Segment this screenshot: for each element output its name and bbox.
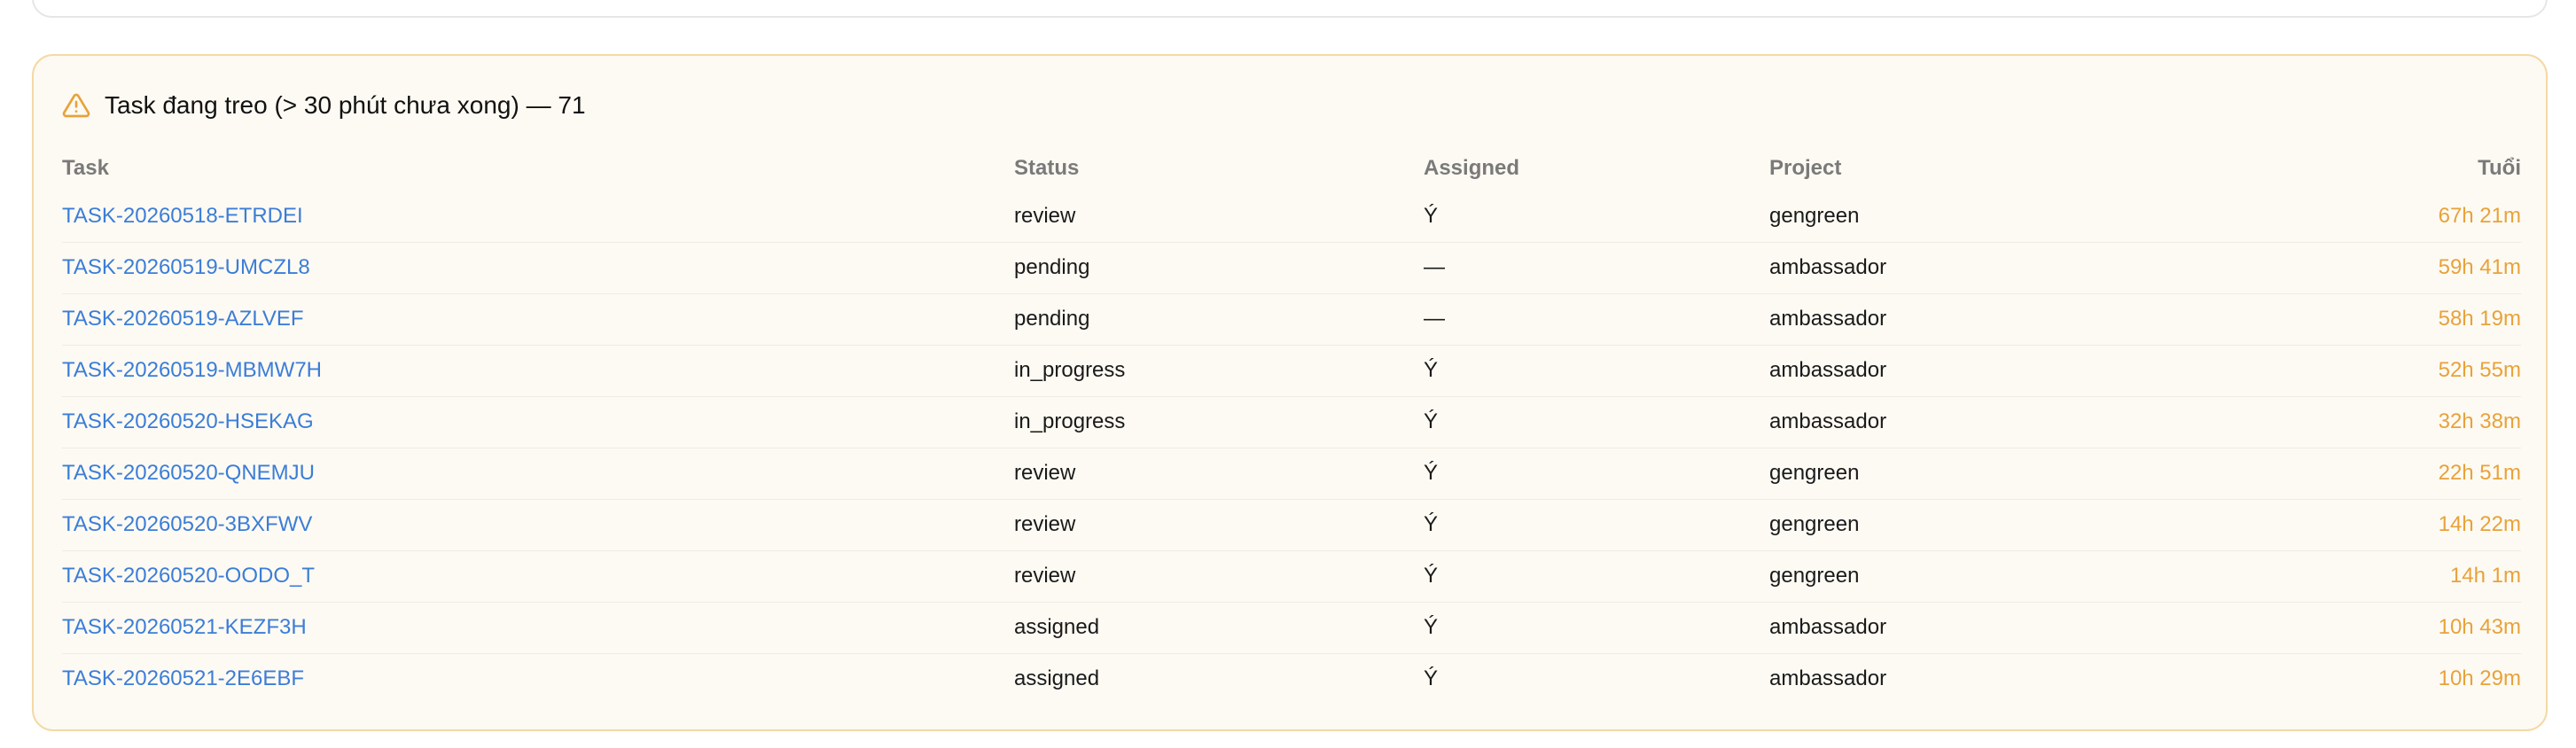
age-cell: 67h 21m [2438,203,2521,228]
column-header-status: Status [1014,156,1080,180]
assigned-cell: Ý [1424,447,1769,499]
status-cell: review [1014,447,1424,499]
task-cell: TASK-20260519-UMCZL8 [62,241,1014,293]
task-link[interactable]: TASK-20260521-KEZF3H [62,615,307,639]
assigned-cell: Ý [1424,203,1439,228]
status-cell: review [1014,203,1076,228]
panel-header: Task đang treo (> 30 phút chưa xong) — 7… [62,88,586,123]
assigned-cell: Ý [1424,498,1769,550]
project-cell: ambassador [1769,241,2213,293]
status-cell: review [1014,549,1424,602]
task-link[interactable]: TASK-20260520-QNEMJU [62,461,315,485]
table-row: TASK-20260520-HSEKAG in_progress Ýambassad… [62,395,2521,448]
column-header-age: Tuổi [2478,156,2521,180]
age-cell: 14h 1m [2213,549,2521,602]
table-row: TASK-20260519-UMCZL8 pending — ambassador 59… [62,241,2521,293]
status-cell: in_progress [1014,395,1424,448]
task-cell: TASK-20260520-HSEKAG [62,395,1014,448]
status-cell: review [1014,498,1424,550]
age-cell: 10h 43m [2213,601,2521,653]
task-cell: TASK-20260519-AZLVEF [62,292,1014,345]
age-cell: 52h 55m [2213,344,2521,396]
project-cell: ambassador [1769,292,2213,345]
assigned-cell: Ý [1424,601,1769,653]
task-cell: TASK-20260518-ETRDEI [62,191,1014,242]
task-link[interactable]: TASK-20260519-MBMW7H [62,358,322,382]
warning-icon [62,91,90,120]
task-link[interactable]: TASK-20260520-3BXFWV [62,512,312,536]
assigned-cell: — [1424,241,1769,293]
task-link[interactable]: TASK-20260520-OODO_T [62,564,315,588]
assigned-cell: — [1424,292,1769,345]
table-row: TASK-20260520-OODO_T review Ýgengreen 14h 1… [62,549,2521,602]
project-cell: gengreen [1769,447,2213,499]
task-link[interactable]: TASK-20260519-UMCZL8 [62,255,310,279]
panel-title: Task đang treo (> 30 phút chưa xong) — 7… [105,91,586,119]
status-cell: assigned [1014,652,1424,705]
table-row: TASK-20260519-MBMW7H in_progress Ýambassad… [62,344,2521,396]
task-cell: TASK-20260520-OODO_T [62,549,1014,602]
age-cell: 14h 22m [2213,498,2521,550]
project-cell: ambassador [1769,652,2213,705]
previous-card [32,0,2548,18]
table-row: TASK-20260519-AZLVEF pending — ambassador 58… [62,292,2521,345]
status-cell: pending [1014,292,1424,345]
table-body: TASK-20260518-ETRDEI review Ýgengreen 67h 2… [62,191,2521,705]
table-row: TASK-20260521-KEZF3H assigned Ýambassador 1… [62,601,2521,653]
task-link[interactable]: TASK-20260520-HSEKAG [62,409,314,433]
age-cell: 32h 38m [2213,395,2521,448]
table-row: TASK-20260518-ETRDEI review Ýgengreen 67h 2… [62,191,2521,242]
status-cell: assigned [1014,601,1424,653]
age-cell: 22h 51m [2213,447,2521,499]
project-cell: ambassador [1769,344,2213,396]
task-link[interactable]: TASK-20260519-AZLVEF [62,307,304,331]
table-header-row: Task Status Assigned Project Tuổi [62,146,2521,191]
status-cell: in_progress [1014,344,1424,396]
task-cell: TASK-20260521-2E6EBF [62,652,1014,705]
project-cell: gengreen [1769,203,1860,228]
stuck-tasks-panel: Task đang treo (> 30 phút chưa xong) — 7… [32,54,2548,731]
task-cell: TASK-20260519-MBMW7H [62,344,1014,396]
age-cell: 10h 29m [2213,652,2521,705]
status-cell: pending [1014,241,1424,293]
table-row: TASK-20260520-QNEMJU review Ýgengreen 22h 5… [62,447,2521,499]
project-cell: gengreen [1769,549,2213,602]
task-cell: TASK-20260521-KEZF3H [62,601,1014,653]
table-row: TASK-20260520-3BXFWV review Ýgengreen 14h 2… [62,498,2521,550]
task-cell: TASK-20260520-QNEMJU [62,447,1014,499]
project-cell: gengreen [1769,498,2213,550]
task-link[interactable]: TASK-20260521-2E6EBF [62,666,304,690]
age-cell: 59h 41m [2213,241,2521,293]
assigned-cell: Ý [1424,652,1769,705]
project-cell: ambassador [1769,601,2213,653]
stuck-tasks-table: Task Status Assigned Project Tuổi TASK-2… [62,146,2521,705]
assigned-cell: Ý [1424,549,1769,602]
age-cell: 58h 19m [2213,292,2521,345]
table-row: TASK-20260521-2E6EBF assigned Ýambassador 1… [62,652,2521,705]
project-cell: ambassador [1769,395,2213,448]
column-header-task: Task [62,156,109,180]
task-link[interactable]: TASK-20260518-ETRDEI [62,204,303,228]
column-header-assigned: Assigned [1424,156,1520,180]
column-header-project: Project [1769,156,1842,180]
assigned-cell: Ý [1424,395,1769,448]
task-cell: TASK-20260520-3BXFWV [62,498,1014,550]
assigned-cell: Ý [1424,344,1769,396]
